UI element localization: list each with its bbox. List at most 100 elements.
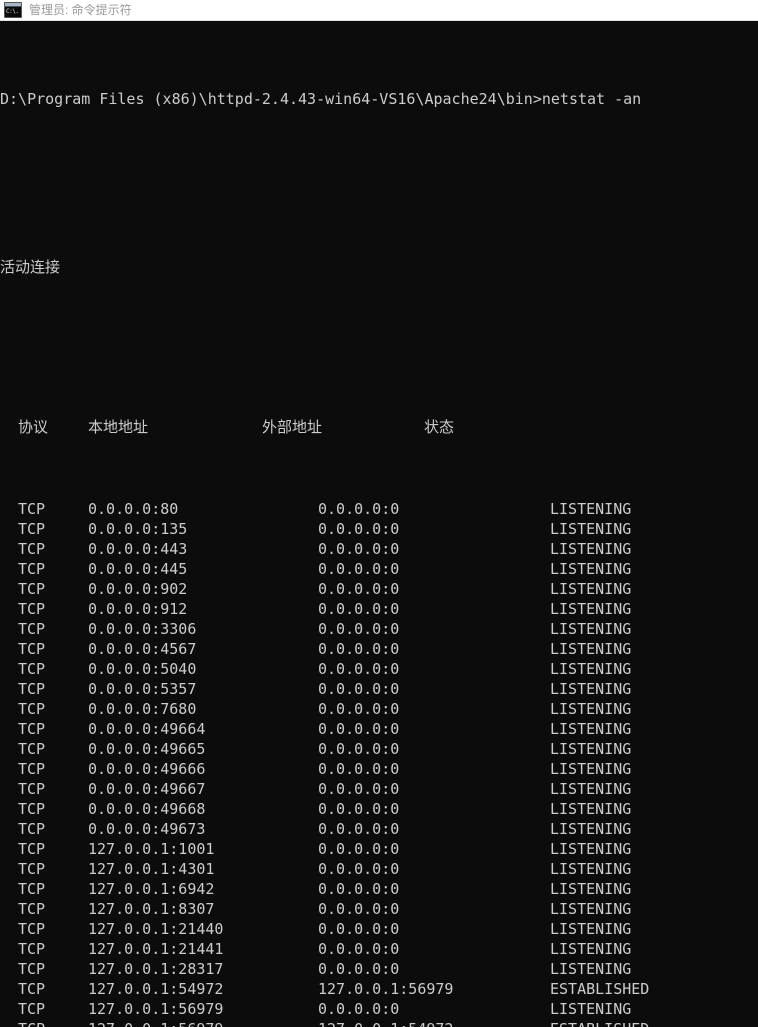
cell-state: LISTENING <box>550 560 632 578</box>
cell-state: LISTENING <box>550 640 632 658</box>
cell-local-address: 127.0.0.1:21441 <box>88 940 224 958</box>
cell-local-address: 127.0.0.1:56979 <box>88 1019 223 1027</box>
cmd-icon[interactable]: C:\. <box>4 2 22 18</box>
cell-local-address: 0.0.0.0:4567 <box>88 640 197 658</box>
cell-state: ESTABLISHED <box>550 980 650 998</box>
cell-proto: TCP <box>18 940 46 958</box>
cell-foreign-address: 0.0.0.0:0 <box>318 500 400 518</box>
cmd-icon-glyph: C:\. <box>5 7 21 17</box>
cell-foreign-address: 0.0.0.0:0 <box>318 520 400 538</box>
cell-proto: TCP <box>18 880 46 898</box>
cell-local-address: 127.0.0.1:1001 <box>88 840 215 858</box>
cell-proto: TCP <box>18 800 46 818</box>
connection-table-body: TCP 0.0.0.0:80 0.0.0.0:0 LISTENING TCP 0.0.0.… <box>0 499 758 1027</box>
cell-proto: TCP <box>18 580 46 598</box>
table-row: TCP 127.0.0.1:6942 0.0.0.0:0 LISTENING <box>0 879 758 899</box>
cell-foreign-address: 127.0.0.1:54972 <box>318 1019 453 1027</box>
table-row: TCP 0.0.0.0:4567 0.0.0.0:0 LISTENING <box>0 639 758 659</box>
column-header-remote: 外部地址 <box>262 418 323 436</box>
cell-state: LISTENING <box>550 700 632 718</box>
table-row: TCP 127.0.0.1:21440 0.0.0.0:0 LISTENING <box>0 919 758 939</box>
cell-foreign-address: 0.0.0.0:0 <box>318 700 400 718</box>
cell-state: LISTENING <box>550 800 632 818</box>
table-row: TCP 0.0.0.0:49668 0.0.0.0:0 LISTENING <box>0 799 758 819</box>
cell-local-address: 0.0.0.0:3306 <box>88 620 197 638</box>
cell-state: LISTENING <box>550 500 632 518</box>
cell-proto: TCP <box>18 700 46 718</box>
table-row: TCP 0.0.0.0:912 0.0.0.0:0 LISTENING <box>0 599 758 619</box>
cell-state: LISTENING <box>550 580 632 598</box>
cell-foreign-address: 0.0.0.0:0 <box>318 1000 400 1018</box>
column-header-proto: 协议 <box>18 418 49 436</box>
cell-proto: TCP <box>18 680 46 698</box>
window-title: 管理员: 命令提示符 <box>29 2 132 17</box>
table-row: TCP 0.0.0.0:49673 0.0.0.0:0 LISTENING <box>0 819 758 839</box>
table-row: TCP 0.0.0.0:3306 0.0.0.0:0 LISTENING <box>0 619 758 639</box>
cell-proto: TCP <box>18 540 46 558</box>
cell-state: LISTENING <box>550 840 632 858</box>
cell-proto: TCP <box>18 520 46 538</box>
cell-foreign-address: 0.0.0.0:0 <box>318 600 400 618</box>
cell-state: LISTENING <box>550 540 632 558</box>
cell-local-address: 0.0.0.0:5357 <box>88 680 197 698</box>
spacer-line-2 <box>0 337 758 357</box>
cell-local-address: 0.0.0.0:5040 <box>88 660 197 678</box>
cell-proto: TCP <box>18 840 46 858</box>
cell-foreign-address: 0.0.0.0:0 <box>318 940 400 958</box>
cell-local-address: 127.0.0.1:54972 <box>88 980 224 998</box>
cell-local-address: 0.0.0.0:49665 <box>88 740 206 758</box>
cell-local-address: 0.0.0.0:7680 <box>88 700 197 718</box>
cell-foreign-address: 0.0.0.0:0 <box>318 560 400 578</box>
cell-foreign-address: 0.0.0.0:0 <box>318 880 400 898</box>
table-row: TCP 127.0.0.1:4301 0.0.0.0:0 LISTENING <box>0 859 758 879</box>
cell-local-address: 0.0.0.0:49667 <box>88 780 206 798</box>
cell-state: LISTENING <box>550 920 632 938</box>
cell-foreign-address: 0.0.0.0:0 <box>318 580 400 598</box>
cell-local-address: 127.0.0.1:56979 <box>88 1000 224 1018</box>
cell-foreign-address: 0.0.0.0:0 <box>318 800 400 818</box>
cell-local-address: 0.0.0.0:49664 <box>88 720 206 738</box>
cell-local-address: 127.0.0.1:8307 <box>88 900 215 918</box>
cell-proto: TCP <box>18 500 46 518</box>
cell-foreign-address: 0.0.0.0:0 <box>318 540 400 558</box>
cell-proto: TCP <box>18 860 46 878</box>
cell-foreign-address: 0.0.0.0:0 <box>318 680 400 698</box>
table-row: TCP 0.0.0.0:902 0.0.0.0:0 LISTENING <box>0 579 758 599</box>
cell-foreign-address: 0.0.0.0:0 <box>318 620 400 638</box>
cell-proto: TCP <box>18 660 46 678</box>
cell-foreign-address: 127.0.0.1:56979 <box>318 980 454 998</box>
cell-local-address: 0.0.0.0:49673 <box>88 820 206 838</box>
cell-proto: TCP <box>18 760 46 778</box>
column-header-local: 本地地址 <box>88 418 149 436</box>
table-row: TCP 0.0.0.0:443 0.0.0.0:0 LISTENING <box>0 539 758 559</box>
cell-proto: TCP <box>18 560 46 578</box>
cell-state: LISTENING <box>550 780 632 798</box>
cell-foreign-address: 0.0.0.0:0 <box>318 760 400 778</box>
cell-proto: TCP <box>18 900 46 918</box>
cell-state: LISTENING <box>550 720 632 738</box>
cell-state: LISTENING <box>550 960 632 978</box>
cell-state: LISTENING <box>550 600 632 618</box>
cell-local-address: 0.0.0.0:49668 <box>88 800 206 818</box>
cell-foreign-address: 0.0.0.0:0 <box>318 720 400 738</box>
table-header-row: 协议 本地地址 外部地址 状态 <box>0 417 758 439</box>
cell-state: LISTENING <box>550 1000 632 1018</box>
table-row: TCP 0.0.0.0:445 0.0.0.0:0 LISTENING <box>0 559 758 579</box>
table-row: TCP 0.0.0.0:49664 0.0.0.0:0 LISTENING <box>0 719 758 739</box>
cell-proto: TCP <box>18 980 46 998</box>
table-row: TCP 127.0.0.1:1001 0.0.0.0:0 LISTENING <box>0 839 758 859</box>
table-row: TCP 0.0.0.0:5357 0.0.0.0:0 LISTENING <box>0 679 758 699</box>
table-row: TCP 127.0.0.1:8307 0.0.0.0:0 LISTENING <box>0 899 758 919</box>
cell-proto: TCP <box>18 780 46 798</box>
cell-proto: TCP <box>18 640 46 658</box>
cell-state: LISTENING <box>550 860 632 878</box>
column-header-state: 状态 <box>424 418 455 436</box>
console-output-area[interactable]: D:\Program Files (x86)\httpd-2.4.43-win6… <box>0 21 758 1027</box>
table-row: TCP 127.0.0.1:54972 127.0.0.1:56979 ESTABLI… <box>0 979 758 999</box>
cell-state: LISTENING <box>550 880 632 898</box>
table-row: TCP 0.0.0.0:7680 0.0.0.0:0 LISTENING <box>0 699 758 719</box>
cell-proto: TCP <box>18 960 46 978</box>
window-titlebar[interactable]: C:\. 管理员: 命令提示符 <box>0 0 758 21</box>
cell-local-address: 0.0.0.0:49666 <box>88 760 206 778</box>
